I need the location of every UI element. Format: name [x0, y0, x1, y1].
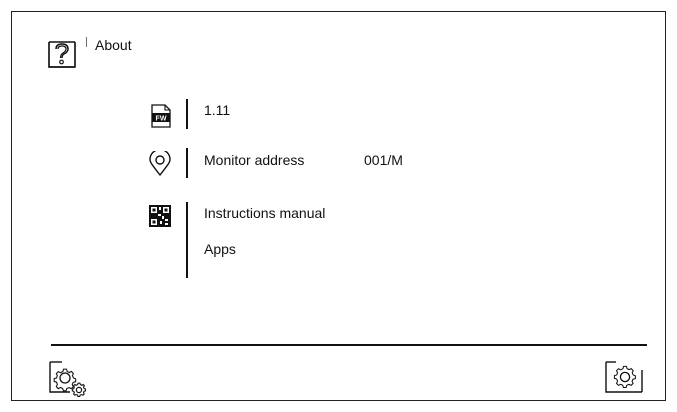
gear-icon [605, 361, 643, 393]
divider-links [186, 202, 188, 278]
gear-button[interactable] [604, 360, 644, 396]
location-pin-icon [148, 148, 172, 177]
apps-link[interactable]: Apps [204, 241, 236, 257]
fw-icon-label: FW [156, 116, 167, 123]
monitor-address-label: Monitor address [204, 152, 305, 168]
help-icon[interactable] [47, 35, 88, 69]
instructions-manual-link[interactable]: Instructions manual [204, 205, 325, 221]
qr-code-icon [149, 205, 173, 229]
footer-divider [51, 344, 647, 346]
divider-firmware [186, 99, 188, 129]
settings-button[interactable] [48, 360, 88, 398]
settings-icon [49, 361, 87, 398]
page-title: About [95, 37, 132, 53]
fw-icon: FW [149, 104, 173, 128]
monitor-address-value: 001/M [364, 152, 403, 168]
divider-address [186, 148, 188, 178]
firmware-version: 1.11 [204, 102, 231, 118]
screen-frame [11, 11, 666, 401]
